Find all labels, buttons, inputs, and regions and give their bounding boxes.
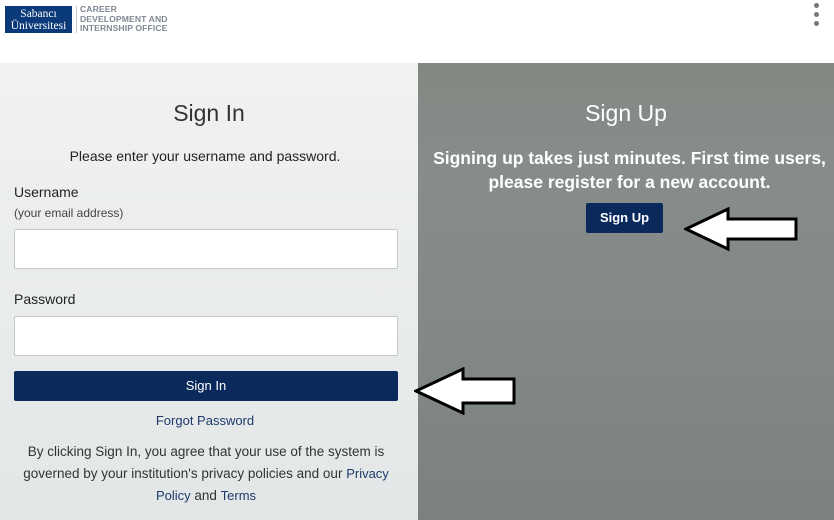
kebab-menu-icon[interactable] [809, 3, 823, 31]
signin-button[interactable]: Sign In [14, 371, 398, 401]
terms-link[interactable]: Terms [221, 488, 256, 503]
logo-line-2: Üniversitesi [10, 20, 67, 32]
signup-button[interactable]: Sign Up [586, 203, 663, 233]
signup-description: Signing up takes just minutes. First tim… [433, 148, 826, 192]
logo-divider [76, 6, 77, 33]
username-hint: (your email address) [14, 206, 124, 220]
terms-and: and [190, 488, 221, 503]
terms-prefix: By clicking Sign In, you agree that your… [23, 444, 385, 481]
signin-title: Sign In [173, 100, 245, 126]
signin-instruction: Please enter your username and password. [69, 148, 341, 164]
terms-text: By clicking Sign In, you agree that your… [14, 441, 398, 507]
office-name: CAREER DEVELOPMENT AND INTERNSHIP OFFICE [80, 4, 168, 34]
password-label: Password [14, 291, 76, 307]
top-header: Sabancı Üniversitesi CAREER DEVELOPMENT … [0, 0, 834, 63]
username-label: Username [14, 184, 79, 200]
username-input[interactable] [14, 229, 398, 269]
left-arrow-icon [414, 367, 516, 415]
university-logo[interactable]: Sabancı Üniversitesi [5, 6, 72, 33]
office-line-3: INTERNSHIP OFFICE [80, 23, 168, 34]
signup-title: Sign Up [585, 100, 667, 126]
password-input[interactable] [14, 316, 398, 356]
left-arrow-icon [684, 207, 798, 251]
forgot-password-link[interactable]: Forgot Password [0, 413, 410, 428]
logo-line-1: Sabancı [20, 8, 57, 20]
